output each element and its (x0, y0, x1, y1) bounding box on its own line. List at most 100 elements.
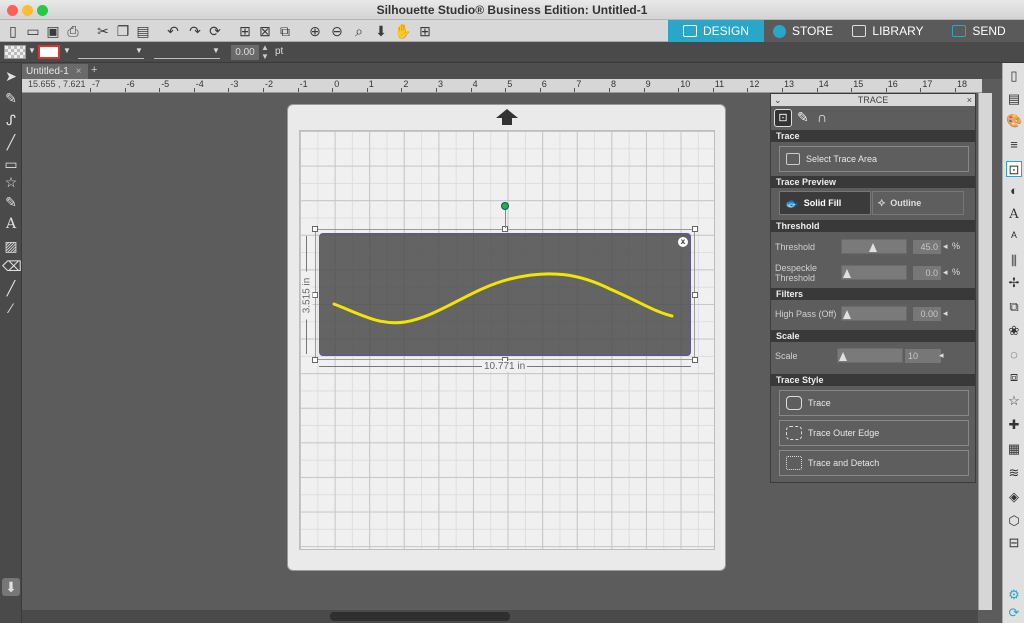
add-tab-icon[interactable]: + (91, 64, 97, 76)
pixscan-icon[interactable]: ✎ (797, 109, 809, 126)
zoom-out-icon[interactable]: ⊖ (328, 22, 346, 40)
bezier-icon[interactable]: ᔑ (2, 111, 20, 129)
resize-handle[interactable] (692, 357, 698, 363)
slider-knob[interactable] (843, 269, 851, 278)
threshold-value-input[interactable]: 45.0 (913, 240, 941, 254)
print-icon[interactable]: ⎙ (64, 22, 82, 40)
replicate-icon[interactable]: ⧉ (1006, 299, 1022, 315)
zoom-in-icon[interactable]: ⊕ (306, 22, 324, 40)
new-file-icon[interactable]: ▯ (4, 22, 22, 40)
trace-panel-icon[interactable]: ⊡ (1006, 161, 1022, 177)
slider-knob[interactable] (869, 243, 877, 252)
line-width-input[interactable]: 0.00 (231, 45, 259, 60)
zoom-selection-icon[interactable]: ⌕ (350, 22, 368, 40)
tab-store[interactable]: STORE (764, 20, 842, 42)
trace-button[interactable]: Trace (779, 390, 969, 416)
text-style-icon[interactable]: A (1006, 207, 1022, 223)
duplicate-icon[interactable]: ⧉ (276, 22, 294, 40)
nest-icon[interactable]: ◈ (1006, 489, 1022, 505)
select-trace-area-button[interactable]: Select Trace Area (779, 146, 969, 172)
resize-handle[interactable] (312, 357, 318, 363)
send-panel-icon[interactable]: ▤ (1006, 91, 1022, 107)
zoom-window-button[interactable] (37, 5, 48, 16)
resize-handle[interactable] (692, 292, 698, 298)
book-icon[interactable]: ⊟ (1006, 535, 1022, 551)
close-window-button[interactable] (7, 5, 18, 16)
trace-outer-edge-button[interactable]: Trace Outer Edge (779, 420, 969, 446)
pattern-icon[interactable]: ▦ (1006, 441, 1022, 457)
line-color-swatch[interactable] (38, 45, 60, 59)
pencil-tool-icon[interactable]: ✎ (2, 193, 20, 211)
line-panel-icon[interactable]: ≡ (1006, 137, 1022, 153)
resize-handle[interactable] (312, 292, 318, 298)
scale-value-input[interactable]: 10 (905, 349, 941, 363)
paste-icon[interactable]: ▤ (134, 22, 152, 40)
trace-mode-icon[interactable]: ⊡ (774, 109, 792, 127)
stepper-icon[interactable]: ▲ ▼ (261, 43, 269, 61)
fit-page-icon[interactable]: ⊞ (416, 22, 434, 40)
undo-icon[interactable]: ↶ (164, 22, 182, 40)
pan-hand-icon[interactable]: ✋ (394, 22, 412, 40)
3d-icon[interactable]: ⬡ (1006, 513, 1022, 529)
redo-icon[interactable]: ↷ (186, 22, 204, 40)
page-setup-icon[interactable]: ▯ (1006, 68, 1022, 84)
ungroup-icon[interactable]: ⊠ (256, 22, 274, 40)
resize-handle[interactable] (692, 226, 698, 232)
download-icon[interactable]: ⬇ (2, 578, 20, 596)
edit-points-icon[interactable]: ✎ (2, 89, 20, 107)
rotate-handle[interactable] (501, 202, 509, 210)
font-icon[interactable]: ᴬ (1006, 229, 1022, 245)
threshold-slider[interactable] (841, 239, 907, 254)
despeckle-slider[interactable] (841, 265, 907, 280)
settings-gear-icon[interactable]: ⚙ (1006, 587, 1022, 603)
knife-icon[interactable]: ╱ (2, 279, 20, 297)
offset-icon[interactable]: ◌ (1006, 347, 1022, 363)
high-pass-value-input[interactable]: 0.00 (913, 307, 941, 321)
chevron-down-icon[interactable]: ▼ (63, 46, 71, 55)
magnet-icon[interactable]: ∩ (817, 109, 827, 125)
line-tool-icon[interactable]: ╱ (2, 133, 20, 151)
save-icon[interactable]: ▣ (44, 22, 62, 40)
transform-icon[interactable]: ✢ (1006, 275, 1022, 291)
close-panel-icon[interactable]: × (967, 94, 972, 106)
tab-send[interactable]: SEND (934, 20, 1024, 42)
close-tab-icon[interactable]: × (76, 66, 82, 77)
puzzle-icon[interactable]: ✚ (1006, 417, 1022, 433)
slider-knob[interactable] (843, 310, 851, 319)
library-icon[interactable]: ☆ (1006, 393, 1022, 409)
stepper-icon[interactable]: ◂ (939, 350, 944, 361)
refresh-icon[interactable]: ⟳ (206, 22, 224, 40)
fill-color-swatch[interactable] (4, 45, 26, 59)
move-down-icon[interactable]: ⬇ (372, 22, 390, 40)
fill-tool-icon[interactable]: ▨ (2, 237, 20, 255)
star-tool-icon[interactable]: ☆ (2, 173, 20, 191)
scale-slider[interactable] (837, 348, 903, 363)
open-folder-icon[interactable]: ▭ (24, 22, 42, 40)
solid-fill-preview-button[interactable]: 🐟 Solid Fill (779, 191, 871, 215)
tab-design[interactable]: DESIGN (668, 20, 764, 42)
collapse-panel-icon[interactable]: ⌄ (774, 94, 782, 106)
stepper-icon[interactable]: ◂ (943, 241, 948, 252)
minimize-window-button[interactable] (22, 5, 33, 16)
text-tool-icon[interactable]: A (2, 215, 20, 233)
pointer-icon[interactable]: ➤ (2, 67, 20, 85)
resize-handle[interactable] (312, 226, 318, 232)
outline-preview-button[interactable]: ⟡ Outline (872, 191, 964, 215)
despeckle-value-input[interactable]: 0.0 (913, 266, 941, 280)
fill-panel-icon[interactable]: 🎨 (1006, 113, 1022, 129)
rectangle-tool-icon[interactable]: ▭ (2, 155, 20, 173)
chevron-down-icon[interactable]: ▼ (28, 46, 36, 55)
stepper-icon[interactable]: ◂ (943, 308, 948, 319)
modify-icon[interactable]: ❀ (1006, 323, 1022, 339)
cut-icon[interactable]: ✂ (94, 22, 112, 40)
sketch-icon[interactable]: ≋ (1006, 465, 1022, 481)
copy-icon[interactable]: ❐ (114, 22, 132, 40)
stepper-icon[interactable]: ◂ (943, 267, 948, 278)
line-join-select[interactable] (154, 45, 220, 59)
align-icon[interactable]: ⫼ (1006, 253, 1022, 269)
slider-knob[interactable] (839, 352, 847, 361)
document-tab[interactable]: Untitled-1 × (22, 64, 88, 79)
refresh-icon[interactable]: ⟳ (1006, 605, 1022, 621)
group-icon[interactable]: ⊞ (236, 22, 254, 40)
layers-icon[interactable]: ⧈ (1006, 369, 1022, 385)
